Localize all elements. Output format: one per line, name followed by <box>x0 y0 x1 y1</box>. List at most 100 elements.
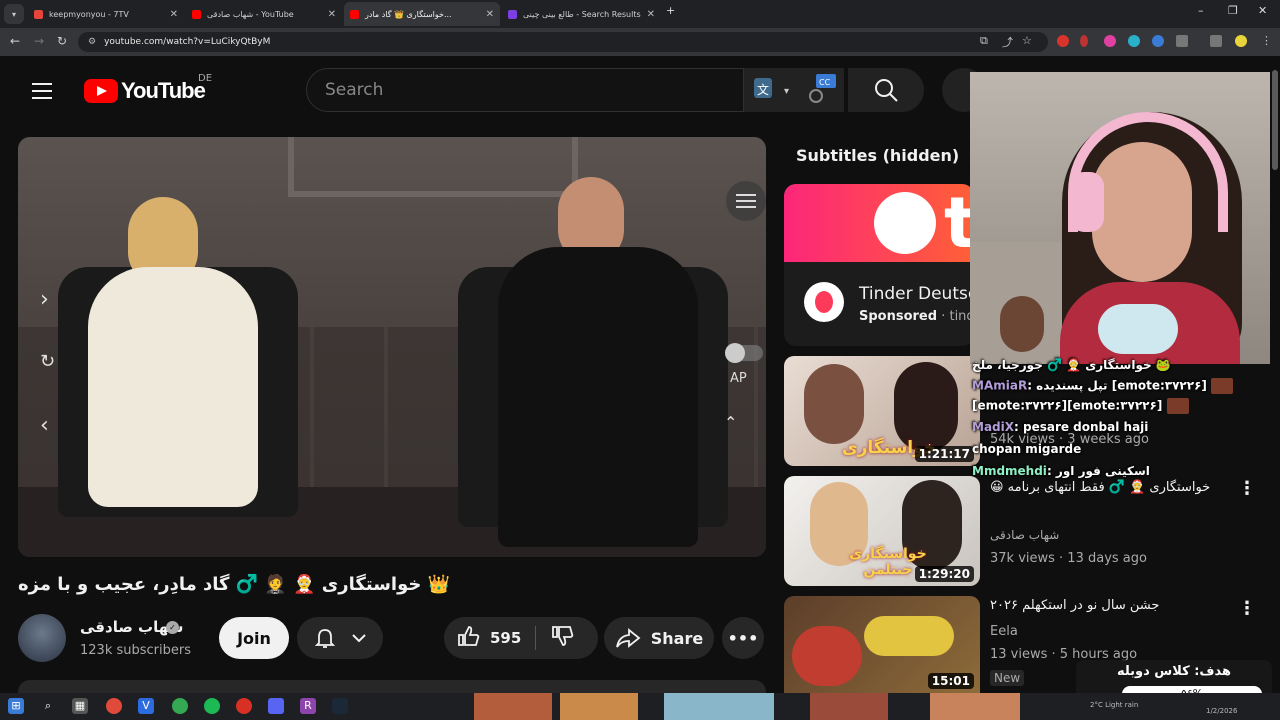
translate-icon[interactable]: 文 ▾ CC <box>744 68 844 112</box>
close-icon[interactable]: ✕ <box>480 9 494 20</box>
tab-label: شهاب صادقی - YouTube <box>207 9 294 19</box>
browser-menu-icon[interactable]: ⋮ <box>1261 34 1272 47</box>
autoplay-label: AP <box>730 371 747 386</box>
taskbar-preview[interactable] <box>810 693 888 720</box>
task-view-icon[interactable]: ▦ <box>72 698 88 714</box>
back-icon[interactable]: ← <box>10 34 20 48</box>
clock-date[interactable]: 1/2/2026 <box>1206 707 1237 715</box>
taskbar-preview[interactable] <box>474 693 552 720</box>
video-player[interactable]: › ↻ ‹ ⌃ AP <box>18 137 766 557</box>
guide-menu-icon[interactable] <box>32 83 52 104</box>
browser-tab-search[interactable]: طالع بینی چینی - Search Results ✕ <box>502 2 658 26</box>
page-scrollbar[interactable] <box>1272 70 1278 170</box>
previous-video-icon[interactable]: ‹ <box>40 413 49 438</box>
like-count: 595 <box>490 629 522 647</box>
search-input[interactable]: Search <box>306 68 744 112</box>
close-icon[interactable]: ✕ <box>322 9 336 20</box>
new-tab-icon[interactable]: + <box>666 4 675 17</box>
related-thumbnail[interactable]: خواستگاری 1:21:17 <box>784 356 980 466</box>
video-title[interactable]: خواستگاری 🤶 ♂️ فقط انتهای برنامه 😀 <box>990 480 1220 495</box>
app-icon[interactable]: R <box>300 698 316 714</box>
join-button[interactable]: Join <box>219 617 289 659</box>
address-bar[interactable]: ⚙ youtube.com/watch?v=LuCikyQtByM <box>78 32 1048 52</box>
search-icon[interactable]: ⌕ <box>40 698 56 714</box>
dislike-button[interactable] <box>550 625 576 651</box>
svg-text:▾: ▾ <box>784 86 789 97</box>
youtube-logo[interactable]: YouTube <box>84 78 206 104</box>
search-addons: 文 ▾ CC <box>744 68 844 112</box>
video-title[interactable]: جشن سال نو در استکهلم ۲۰۲۶ <box>990 598 1220 613</box>
thumbnail-fruit <box>792 626 862 686</box>
extension-icon[interactable] <box>1057 35 1069 47</box>
plush-toy <box>1000 296 1044 352</box>
steam-icon[interactable] <box>332 698 348 714</box>
channel-avatar[interactable] <box>18 614 66 662</box>
search-button[interactable] <box>848 68 924 112</box>
obs-icon[interactable] <box>106 698 122 714</box>
browser-tab-bar: ▾ keepmyonyou - 7TV ✕ شهاب صادقی - YouTu… <box>0 0 1280 28</box>
subscribed-button[interactable] <box>297 617 383 659</box>
channel-name[interactable]: شهاب صادقی <box>990 528 1059 542</box>
spotify-icon[interactable] <box>204 698 220 714</box>
chat-text: [emote:۳۷۲۲۶][emote:۳۷۲۲۶] <box>972 398 1163 413</box>
logo-text: YouTube <box>121 78 206 103</box>
weather-status[interactable]: 2°C Light rain <box>1090 701 1138 709</box>
svg-text:文: 文 <box>757 82 769 97</box>
country-code: DE <box>198 73 213 84</box>
video-menu-icon[interactable]: ⋮ <box>1238 598 1256 619</box>
site-info-icon[interactable]: ⚙ <box>88 37 96 47</box>
install-icon[interactable]: ⧉ <box>980 34 988 48</box>
browser-tab-video[interactable]: خواستگاری 👑 گاد مادر... ✕ <box>344 2 500 26</box>
advertiser-logo[interactable] <box>804 282 844 322</box>
profile-avatar[interactable] <box>1235 35 1247 47</box>
browser-tab-7tv[interactable]: keepmyonyou - 7TV ✕ <box>28 2 184 26</box>
extension-icon[interactable] <box>1128 35 1140 47</box>
windows-start-icon[interactable]: ⊞ <box>8 698 24 714</box>
autoplay-toggle[interactable] <box>725 343 763 363</box>
subscriber-count: 123k subscribers <box>80 643 191 658</box>
channel-name[interactable]: Eela <box>990 624 1018 639</box>
app-icon[interactable] <box>236 698 252 714</box>
forward-icon[interactable]: → <box>34 34 44 48</box>
related-thumbnail[interactable]: 15:01 <box>784 596 980 693</box>
player-menu-icon[interactable] <box>726 181 766 221</box>
reading-list-icon[interactable] <box>1210 35 1222 47</box>
microphone <box>1098 304 1178 354</box>
share-icon <box>615 628 641 648</box>
discord-icon[interactable] <box>268 698 284 714</box>
taskbar-preview[interactable] <box>560 693 638 720</box>
extension-icon[interactable] <box>1152 35 1164 47</box>
like-button[interactable] <box>456 625 482 651</box>
advertiser-name: Tinder Deutsc <box>859 284 978 304</box>
more-actions-button[interactable]: ••• <box>722 617 764 659</box>
chat-message: MadiX: pesare donbal haji <box>972 420 1148 434</box>
share-page-icon[interactable]: ⤴ <box>1002 34 1013 50</box>
close-icon[interactable]: ✕ <box>641 9 655 20</box>
minimize-icon[interactable]: – <box>1198 4 1204 17</box>
browser-tab-channel[interactable]: شهاب صادقی - YouTube ✕ <box>186 2 342 26</box>
yahoo-icon <box>508 9 517 19</box>
replay-icon[interactable]: ↻ <box>40 351 55 372</box>
close-window-icon[interactable]: ✕ <box>1258 4 1267 17</box>
taskbar-preview[interactable] <box>930 693 1020 720</box>
next-video-icon[interactable]: › <box>40 287 49 312</box>
video-menu-icon[interactable]: ⋮ <box>1238 478 1256 499</box>
close-icon[interactable]: ✕ <box>164 9 178 20</box>
expand-icon[interactable]: ⌃ <box>724 413 737 432</box>
reload-icon[interactable]: ↻ <box>57 34 67 48</box>
bookmark-star-icon[interactable]: ☆ <box>1022 34 1032 47</box>
extension-icon[interactable] <box>1104 35 1116 47</box>
share-button[interactable]: Share <box>604 617 714 659</box>
taskbar-preview[interactable] <box>664 693 774 720</box>
subtitles-status[interactable]: Subtitles (hidden) <box>796 146 959 165</box>
chat-text: chopan migarde <box>972 442 1082 456</box>
related-thumbnail[interactable]: خواستگاری جنتلمن 1:29:20 <box>784 476 980 586</box>
youtube-icon <box>350 9 359 19</box>
extensions-puzzle-icon[interactable] <box>1176 35 1188 47</box>
vlc-icon[interactable]: V <box>138 698 154 714</box>
emote-icon <box>1166 398 1189 414</box>
restore-icon[interactable]: ❐ <box>1228 4 1238 17</box>
extension-icon[interactable] <box>1080 35 1088 47</box>
tab-search-button[interactable]: ▾ <box>4 4 24 24</box>
chrome-icon[interactable] <box>172 698 188 714</box>
